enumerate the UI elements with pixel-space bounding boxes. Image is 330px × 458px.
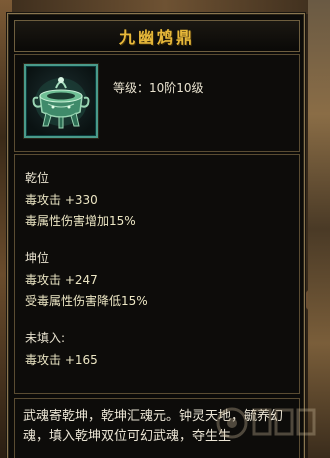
- kun-attribute-line: 受毒属性伤害降低15%: [25, 294, 148, 308]
- item-icon-frame[interactable]: [24, 64, 98, 138]
- item-header-panel: 等级：10阶10级: [14, 54, 300, 152]
- title-bar: 九幽鸩鼎: [14, 20, 300, 52]
- item-level: 等级：10阶10级: [113, 81, 204, 95]
- qian-attribute-line: 毒属性伤害增加15%: [25, 214, 136, 228]
- item-name: 九幽鸩鼎: [118, 28, 195, 47]
- attributes-panel: 乾位 毒攻击 +330 毒属性伤害增加15% 坤位 毒攻击 +247 受毒属性伤…: [14, 154, 300, 394]
- game-scene: 九幽鸩鼎 等级：10阶10级 乾位 毒攻击 +330 毒属性伤害增加15% 坤位…: [0, 0, 330, 458]
- qian-position-label: 乾位: [25, 171, 50, 185]
- bronze-cauldron-icon: [32, 77, 90, 129]
- item-tooltip: 九幽鸩鼎 等级：10阶10级 乾位 毒攻击 +330 毒属性伤害增加15% 坤位…: [7, 13, 305, 458]
- unfilled-label: 未填入:: [25, 331, 66, 345]
- background-scenery-right: [308, 0, 330, 458]
- watermark-logo: [216, 407, 316, 439]
- kun-attribute-line: 毒攻击 +247: [25, 273, 98, 287]
- background-scenery: [0, 0, 330, 14]
- qian-attribute-line: 毒攻击 +330: [25, 193, 98, 207]
- unfilled-attribute-line: 毒攻击 +165: [25, 353, 98, 367]
- kun-position-label: 坤位: [25, 251, 50, 265]
